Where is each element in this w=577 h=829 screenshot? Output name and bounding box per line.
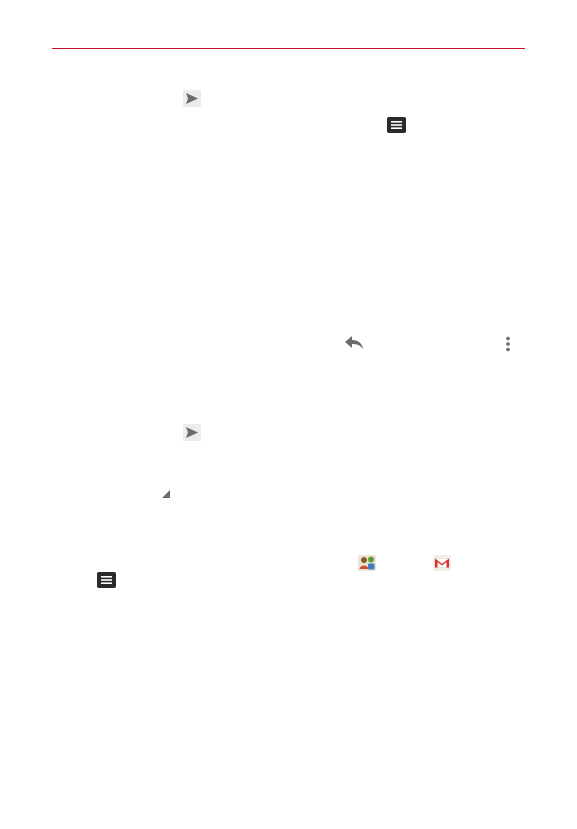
- menu-icon: [387, 117, 406, 133]
- reply-icon: [344, 334, 364, 350]
- header-rule: [52, 48, 525, 49]
- resize-handle-icon: [161, 489, 171, 499]
- gmail-app-icon: [433, 555, 451, 571]
- overflow-menu-icon: [504, 336, 512, 352]
- menu-icon: [97, 572, 116, 588]
- contacts-app-icon: [358, 555, 376, 571]
- send-icon: [183, 424, 201, 441]
- send-icon: [183, 90, 201, 107]
